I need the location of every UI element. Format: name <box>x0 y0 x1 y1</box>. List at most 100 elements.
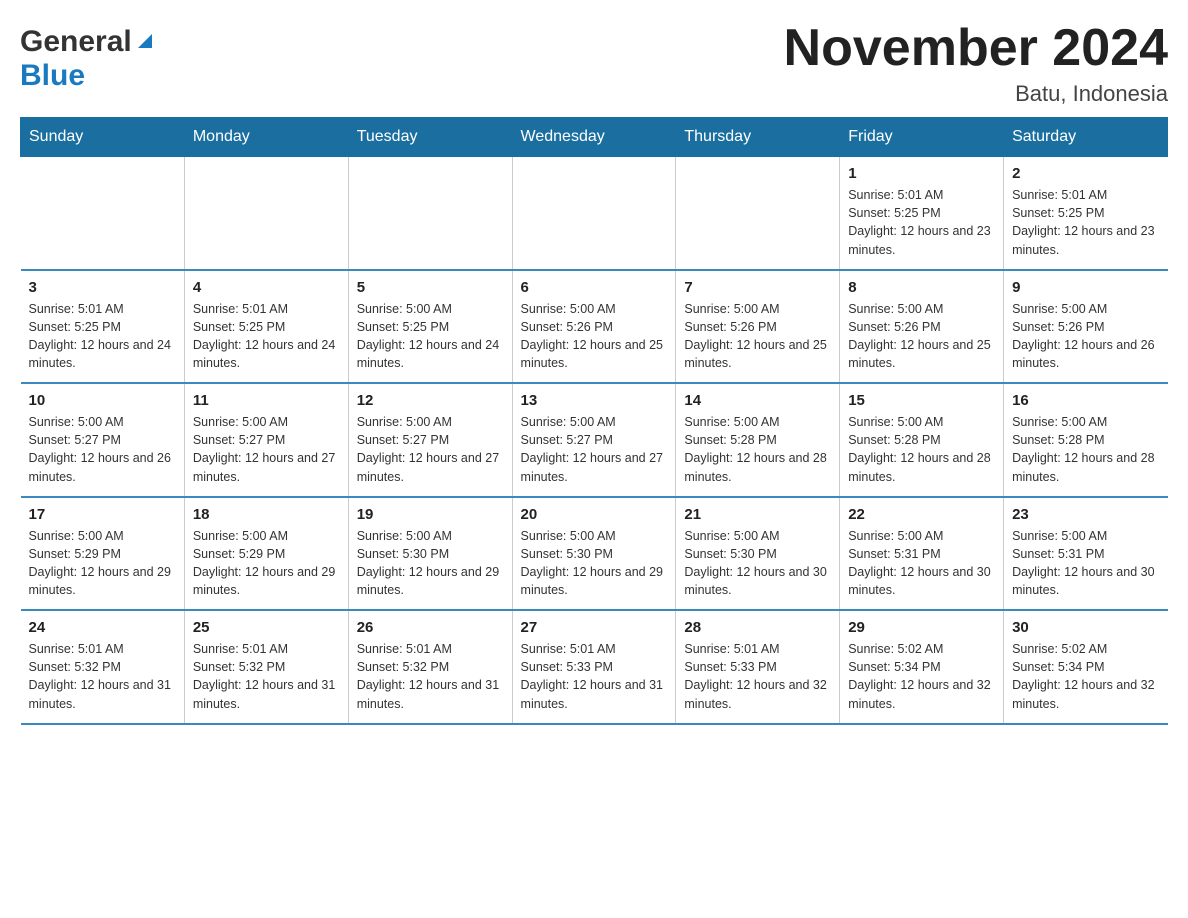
day-info: Sunrise: 5:02 AM Sunset: 5:34 PM Dayligh… <box>1012 640 1159 713</box>
day-number: 27 <box>521 619 668 636</box>
day-info: Sunrise: 5:01 AM Sunset: 5:32 PM Dayligh… <box>357 640 504 713</box>
day-info: Sunrise: 5:00 AM Sunset: 5:25 PM Dayligh… <box>357 300 504 373</box>
calendar-subtitle: Batu, Indonesia <box>784 81 1168 107</box>
calendar-cell: 6 Sunrise: 5:00 AM Sunset: 5:26 PM Daylig… <box>512 270 676 384</box>
calendar-cell: 13 Sunrise: 5:00 AM Sunset: 5:27 PM Dayli… <box>512 383 676 497</box>
logo: General Blue <box>20 20 156 93</box>
day-info: Sunrise: 5:00 AM Sunset: 5:28 PM Dayligh… <box>848 413 995 486</box>
page-header: General Blue November 2024 Batu, Indones… <box>20 20 1168 107</box>
day-number: 30 <box>1012 619 1159 636</box>
calendar-week-row: 24 Sunrise: 5:01 AM Sunset: 5:32 PM Dayli… <box>21 610 1168 724</box>
day-info: Sunrise: 5:00 AM Sunset: 5:26 PM Dayligh… <box>521 300 668 373</box>
calendar-cell <box>512 157 676 270</box>
logo-triangle-icon <box>134 30 156 52</box>
day-info: Sunrise: 5:00 AM Sunset: 5:27 PM Dayligh… <box>29 413 176 486</box>
day-number: 2 <box>1012 165 1159 182</box>
calendar-week-row: 3 Sunrise: 5:01 AM Sunset: 5:25 PM Daylig… <box>21 270 1168 384</box>
day-info: Sunrise: 5:00 AM Sunset: 5:26 PM Dayligh… <box>1012 300 1159 373</box>
day-number: 23 <box>1012 506 1159 523</box>
calendar-table: SundayMondayTuesdayWednesdayThursdayFrid… <box>20 117 1168 725</box>
calendar-week-row: 1Sunrise: 5:01 AM Sunset: 5:25 PM Daylig… <box>21 157 1168 270</box>
calendar-cell: 5 Sunrise: 5:00 AM Sunset: 5:25 PM Daylig… <box>348 270 512 384</box>
calendar-cell: 7 Sunrise: 5:00 AM Sunset: 5:26 PM Daylig… <box>676 270 840 384</box>
day-info: Sunrise: 5:00 AM Sunset: 5:27 PM Dayligh… <box>193 413 340 486</box>
day-number: 20 <box>521 506 668 523</box>
calendar-cell: 8 Sunrise: 5:00 AM Sunset: 5:26 PM Daylig… <box>840 270 1004 384</box>
calendar-cell: 12Sunrise: 5:00 AM Sunset: 5:27 PM Dayli… <box>348 383 512 497</box>
day-info: Sunrise: 5:00 AM Sunset: 5:27 PM Dayligh… <box>521 413 668 486</box>
day-number: 24 <box>29 619 176 636</box>
calendar-title-area: November 2024 Batu, Indonesia <box>784 20 1168 107</box>
day-number: 19 <box>357 506 504 523</box>
calendar-cell: 10 Sunrise: 5:00 AM Sunset: 5:27 PM Dayli… <box>21 383 185 497</box>
day-number: 11 <box>193 392 340 409</box>
calendar-cell: 17 Sunrise: 5:00 AM Sunset: 5:29 PM Dayli… <box>21 497 185 611</box>
calendar-cell: 19Sunrise: 5:00 AM Sunset: 5:30 PM Dayli… <box>348 497 512 611</box>
day-info: Sunrise: 5:01 AM Sunset: 5:25 PM Dayligh… <box>1012 186 1159 259</box>
day-number: 28 <box>684 619 831 636</box>
calendar-cell <box>348 157 512 270</box>
calendar-cell: 20 Sunrise: 5:00 AM Sunset: 5:30 PM Dayli… <box>512 497 676 611</box>
calendar-cell: 27Sunrise: 5:01 AM Sunset: 5:33 PM Dayli… <box>512 610 676 724</box>
day-info: Sunrise: 5:00 AM Sunset: 5:28 PM Dayligh… <box>684 413 831 486</box>
day-info: Sunrise: 5:00 AM Sunset: 5:26 PM Dayligh… <box>848 300 995 373</box>
day-info: Sunrise: 5:01 AM Sunset: 5:25 PM Dayligh… <box>193 300 340 373</box>
day-number: 5 <box>357 279 504 296</box>
day-number: 13 <box>521 392 668 409</box>
day-info: Sunrise: 5:01 AM Sunset: 5:25 PM Dayligh… <box>29 300 176 373</box>
day-number: 10 <box>29 392 176 409</box>
day-info: Sunrise: 5:00 AM Sunset: 5:30 PM Dayligh… <box>521 527 668 600</box>
day-number: 3 <box>29 279 176 296</box>
calendar-cell: 29 Sunrise: 5:02 AM Sunset: 5:34 PM Dayli… <box>840 610 1004 724</box>
day-number: 17 <box>29 506 176 523</box>
day-number: 14 <box>684 392 831 409</box>
calendar-cell: 3 Sunrise: 5:01 AM Sunset: 5:25 PM Daylig… <box>21 270 185 384</box>
day-number: 29 <box>848 619 995 636</box>
calendar-title: November 2024 <box>784 20 1168 77</box>
calendar-cell: 28Sunrise: 5:01 AM Sunset: 5:33 PM Dayli… <box>676 610 840 724</box>
logo-general-text: General <box>20 25 132 59</box>
calendar-cell: 11 Sunrise: 5:00 AM Sunset: 5:27 PM Dayli… <box>184 383 348 497</box>
calendar-cell: 26Sunrise: 5:01 AM Sunset: 5:32 PM Dayli… <box>348 610 512 724</box>
day-info: Sunrise: 5:00 AM Sunset: 5:26 PM Dayligh… <box>684 300 831 373</box>
day-info: Sunrise: 5:00 AM Sunset: 5:31 PM Dayligh… <box>848 527 995 600</box>
calendar-cell: 15Sunrise: 5:00 AM Sunset: 5:28 PM Dayli… <box>840 383 1004 497</box>
day-info: Sunrise: 5:02 AM Sunset: 5:34 PM Dayligh… <box>848 640 995 713</box>
calendar-cell: 4Sunrise: 5:01 AM Sunset: 5:25 PM Daylig… <box>184 270 348 384</box>
day-info: Sunrise: 5:00 AM Sunset: 5:31 PM Dayligh… <box>1012 527 1159 600</box>
day-number: 18 <box>193 506 340 523</box>
day-number: 21 <box>684 506 831 523</box>
day-number: 12 <box>357 392 504 409</box>
day-header-friday: Friday <box>840 118 1004 157</box>
calendar-header-row: SundayMondayTuesdayWednesdayThursdayFrid… <box>21 118 1168 157</box>
day-header-thursday: Thursday <box>676 118 840 157</box>
calendar-cell <box>676 157 840 270</box>
day-header-sunday: Sunday <box>21 118 185 157</box>
day-number: 6 <box>521 279 668 296</box>
day-number: 25 <box>193 619 340 636</box>
day-number: 9 <box>1012 279 1159 296</box>
calendar-week-row: 17 Sunrise: 5:00 AM Sunset: 5:29 PM Dayli… <box>21 497 1168 611</box>
calendar-cell <box>184 157 348 270</box>
day-number: 16 <box>1012 392 1159 409</box>
calendar-cell: 1Sunrise: 5:01 AM Sunset: 5:25 PM Daylig… <box>840 157 1004 270</box>
day-info: Sunrise: 5:00 AM Sunset: 5:29 PM Dayligh… <box>193 527 340 600</box>
calendar-cell: 23 Sunrise: 5:00 AM Sunset: 5:31 PM Dayli… <box>1004 497 1168 611</box>
day-info: Sunrise: 5:00 AM Sunset: 5:28 PM Dayligh… <box>1012 413 1159 486</box>
day-number: 7 <box>684 279 831 296</box>
calendar-cell: 18 Sunrise: 5:00 AM Sunset: 5:29 PM Dayli… <box>184 497 348 611</box>
day-header-saturday: Saturday <box>1004 118 1168 157</box>
calendar-cell: 22 Sunrise: 5:00 AM Sunset: 5:31 PM Dayli… <box>840 497 1004 611</box>
calendar-cell: 30 Sunrise: 5:02 AM Sunset: 5:34 PM Dayli… <box>1004 610 1168 724</box>
calendar-cell: 21 Sunrise: 5:00 AM Sunset: 5:30 PM Dayli… <box>676 497 840 611</box>
day-info: Sunrise: 5:00 AM Sunset: 5:30 PM Dayligh… <box>684 527 831 600</box>
calendar-cell: 2 Sunrise: 5:01 AM Sunset: 5:25 PM Daylig… <box>1004 157 1168 270</box>
day-number: 8 <box>848 279 995 296</box>
day-info: Sunrise: 5:01 AM Sunset: 5:32 PM Dayligh… <box>29 640 176 713</box>
day-info: Sunrise: 5:00 AM Sunset: 5:29 PM Dayligh… <box>29 527 176 600</box>
day-info: Sunrise: 5:01 AM Sunset: 5:25 PM Dayligh… <box>848 186 995 259</box>
day-number: 22 <box>848 506 995 523</box>
logo-blue-text: Blue <box>20 59 85 92</box>
day-header-tuesday: Tuesday <box>348 118 512 157</box>
calendar-cell: 24 Sunrise: 5:01 AM Sunset: 5:32 PM Dayli… <box>21 610 185 724</box>
